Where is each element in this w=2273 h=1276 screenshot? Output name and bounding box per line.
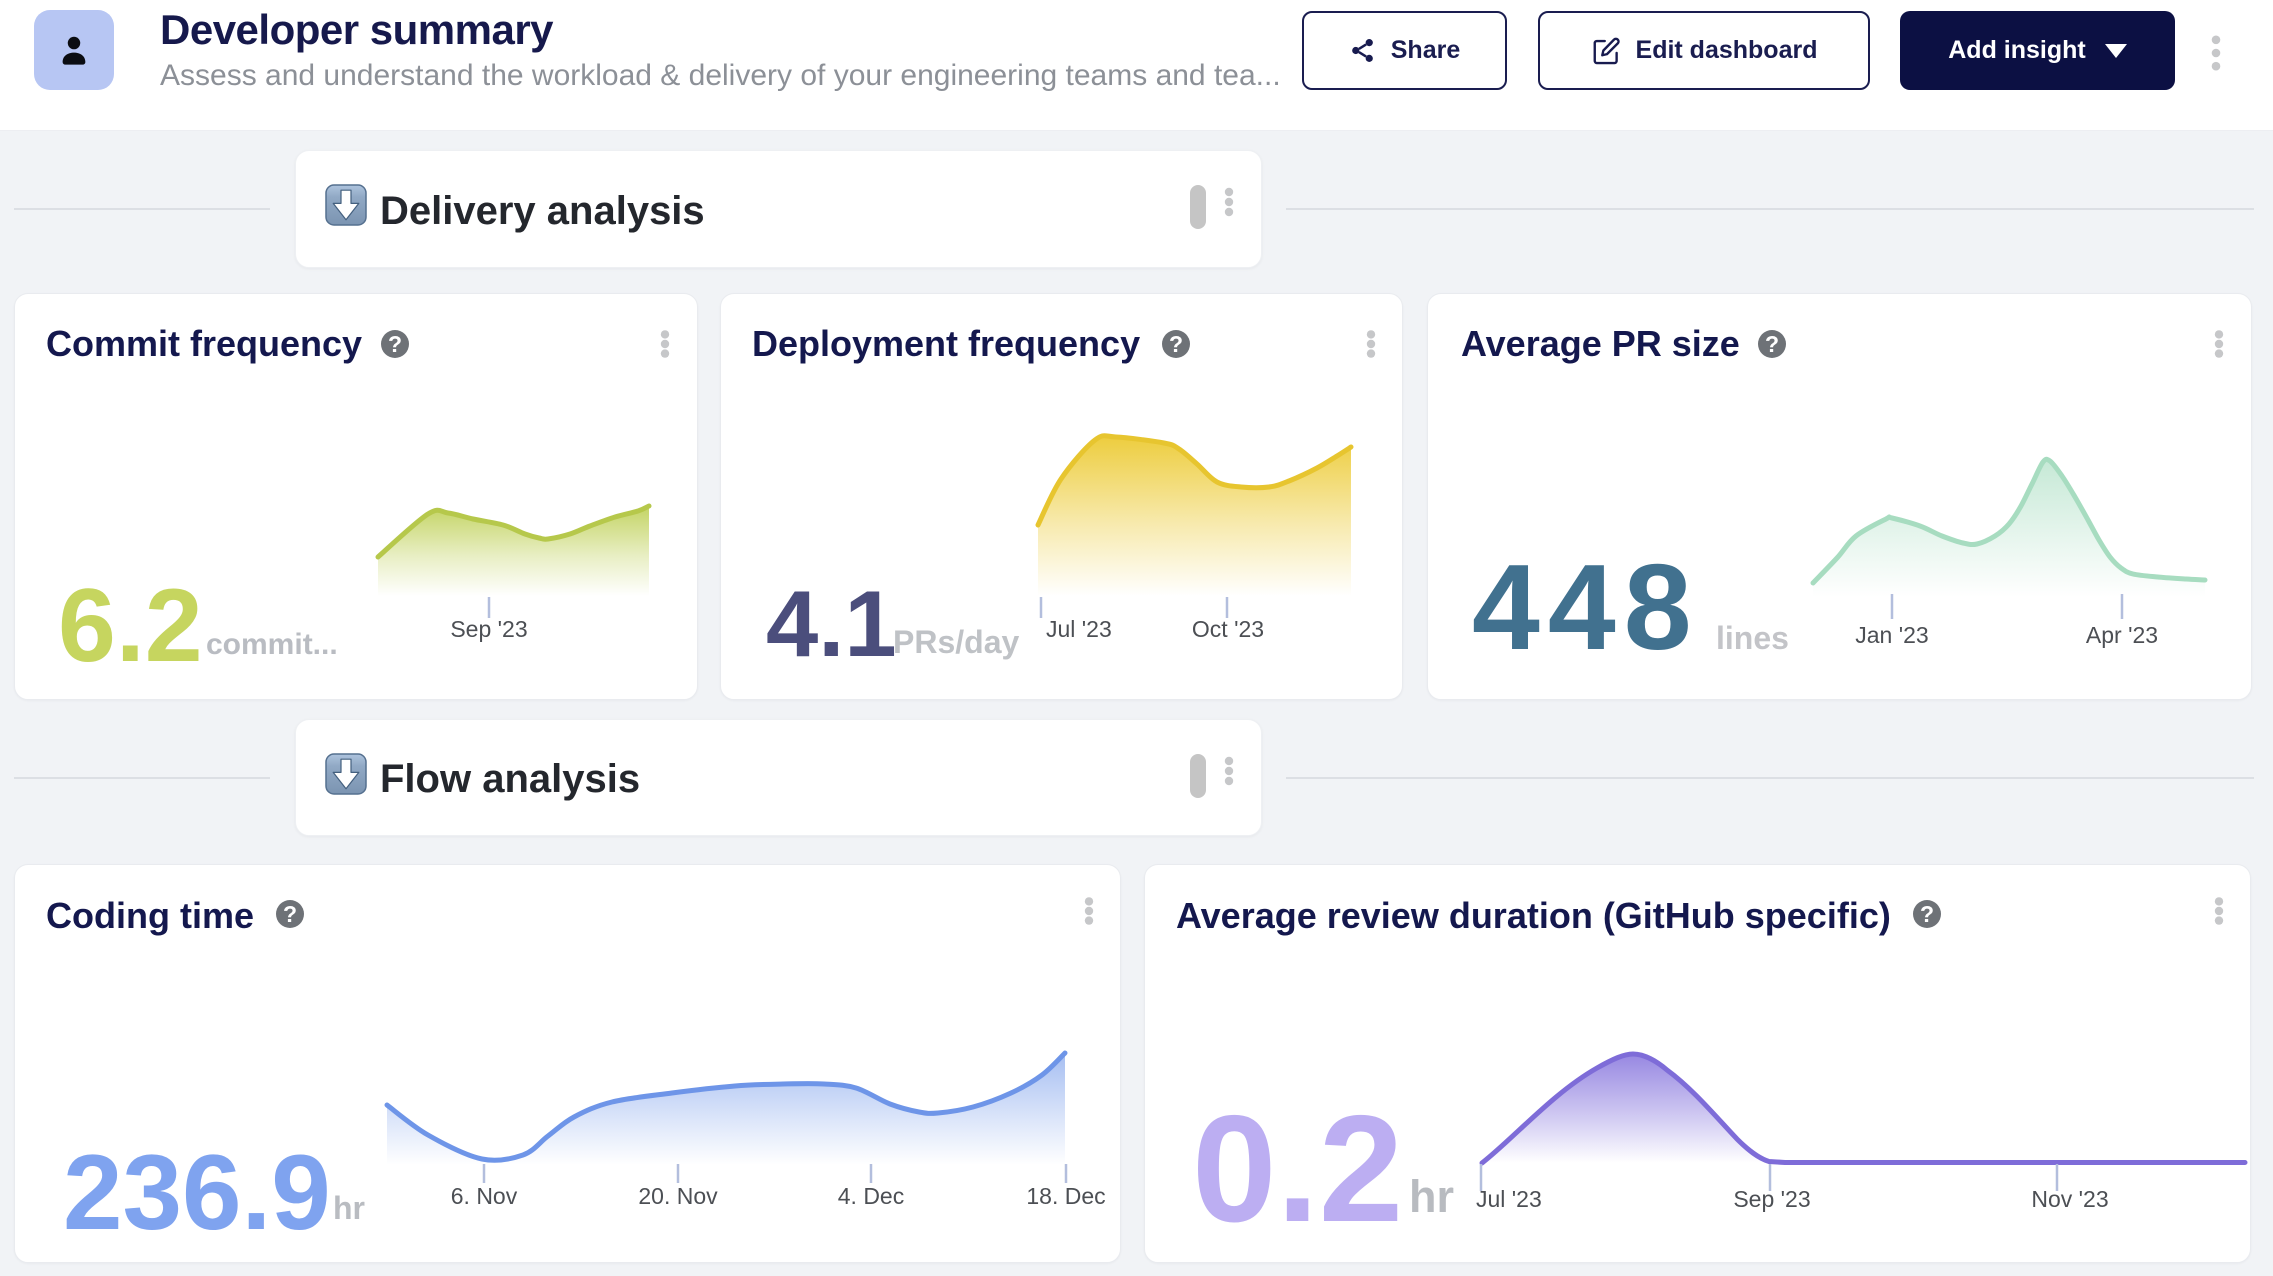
svg-text:6.2: 6.2	[58, 568, 203, 684]
svg-text:commit...: commit...	[206, 628, 338, 661]
svg-text:?: ?	[1169, 331, 1183, 357]
svg-text:hr: hr	[1409, 1171, 1454, 1222]
svg-text:?: ?	[1765, 331, 1779, 357]
svg-text:0.2: 0.2	[1192, 1084, 1403, 1254]
svg-text:?: ?	[283, 901, 297, 927]
svg-text:Nov '23: Nov '23	[2031, 1186, 2108, 1212]
svg-text:Average review duration (GitHu: Average review duration (GitHub specific…	[1176, 895, 1891, 936]
svg-text:?: ?	[388, 331, 402, 357]
svg-text:4. Dec: 4. Dec	[838, 1183, 904, 1209]
svg-text:hr: hr	[333, 1190, 365, 1226]
svg-text:Flow analysis: Flow analysis	[380, 757, 640, 801]
svg-text:Jul '23: Jul '23	[1046, 616, 1112, 642]
svg-text:448: 448	[1472, 539, 1700, 675]
svg-text:Sep '23: Sep '23	[1733, 1186, 1810, 1212]
svg-text:6. Nov: 6. Nov	[451, 1183, 518, 1209]
svg-text:?: ?	[1920, 901, 1934, 927]
svg-text:Oct '23: Oct '23	[1192, 616, 1264, 642]
svg-text:Apr '23: Apr '23	[2086, 622, 2158, 648]
svg-text:18. Dec: 18. Dec	[1026, 1183, 1105, 1209]
svg-text:4.1: 4.1	[766, 571, 897, 676]
svg-text:Commit frequency: Commit frequency	[46, 323, 362, 364]
svg-text:Deployment frequency: Deployment frequency	[752, 323, 1140, 364]
svg-text:Jan '23: Jan '23	[1855, 622, 1928, 648]
svg-text:236.9: 236.9	[63, 1132, 331, 1252]
svg-text:Average PR size: Average PR size	[1461, 323, 1740, 364]
svg-text:Jul '23: Jul '23	[1476, 1186, 1542, 1212]
svg-text:Delivery analysis: Delivery analysis	[380, 189, 705, 233]
svg-text:20. Nov: 20. Nov	[638, 1183, 718, 1209]
svg-text:Sep '23: Sep '23	[450, 616, 527, 642]
svg-text:Coding time: Coding time	[46, 895, 254, 936]
svg-text:PRs/day: PRs/day	[893, 624, 1019, 660]
svg-text:lines: lines	[1716, 620, 1789, 656]
